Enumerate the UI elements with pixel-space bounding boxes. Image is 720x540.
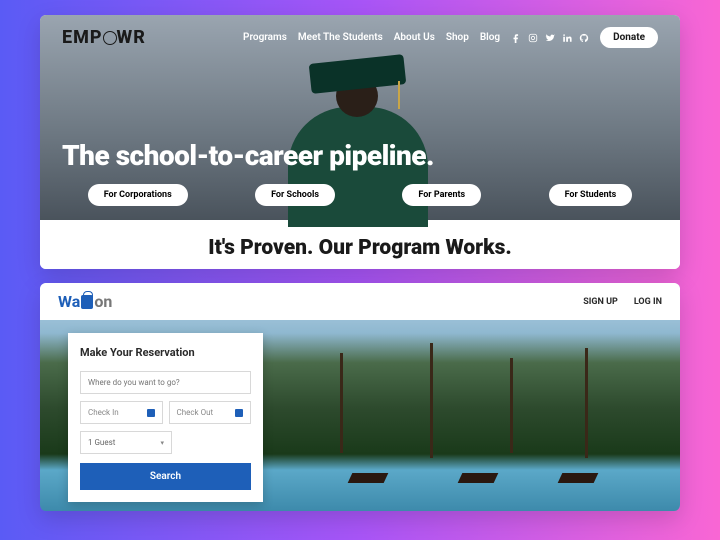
nav-shop[interactable]: Shop xyxy=(446,32,469,43)
palm-tree xyxy=(340,353,343,453)
wavon-logo[interactable]: Waon xyxy=(58,292,112,311)
twitter-icon[interactable] xyxy=(545,33,555,43)
checkin-field[interactable]: Check In xyxy=(80,401,163,424)
palm-tree xyxy=(430,343,433,458)
for-parents-button[interactable]: For Parents xyxy=(402,184,481,206)
header: Waon SIGN UP LOG IN xyxy=(40,283,680,320)
nav-menu: Programs Meet The Students About Us Shop… xyxy=(243,27,658,48)
guests-select[interactable]: 1 Guest▾ xyxy=(80,431,172,454)
github-icon[interactable] xyxy=(579,33,589,43)
peace-icon xyxy=(103,31,117,45)
for-students-button[interactable]: For Students xyxy=(549,184,633,206)
nav-about[interactable]: About Us xyxy=(394,32,435,43)
reservation-form: Make Your Reservation Check In Check Out… xyxy=(68,333,263,502)
wavon-site-card: Waon SIGN UP LOG IN Make Your Reservatio… xyxy=(40,283,680,511)
lounge-chair xyxy=(558,473,599,483)
hero-buttons: For Corporations For Schools For Parents… xyxy=(40,184,680,206)
chevron-down-icon: ▾ xyxy=(160,439,164,447)
auth-links: SIGN UP LOG IN xyxy=(583,297,662,307)
nav-students[interactable]: Meet The Students xyxy=(298,32,383,43)
instagram-icon[interactable] xyxy=(528,33,538,43)
lounge-chair xyxy=(348,473,389,483)
signup-link[interactable]: SIGN UP xyxy=(583,297,618,307)
form-title: Make Your Reservation xyxy=(80,346,251,359)
search-button[interactable]: Search xyxy=(80,463,251,490)
palm-tree xyxy=(510,358,513,453)
for-schools-button[interactable]: For Schools xyxy=(255,184,335,206)
donate-button[interactable]: Donate xyxy=(600,27,658,48)
linkedin-icon[interactable] xyxy=(562,33,572,43)
hero-section: EMPWR Programs Meet The Students About U… xyxy=(40,15,680,220)
hero-tagline: The school-to-career pipeline. xyxy=(62,139,434,172)
facebook-icon[interactable] xyxy=(511,33,521,43)
calendar-icon xyxy=(235,409,243,417)
subheading: It's Proven. Our Program Works. xyxy=(40,220,680,269)
checkout-field[interactable]: Check Out xyxy=(169,401,252,424)
calendar-icon xyxy=(147,409,155,417)
palm-tree xyxy=(585,348,588,458)
empowr-logo[interactable]: EMPWR xyxy=(62,27,146,48)
top-nav: EMPWR Programs Meet The Students About U… xyxy=(40,15,680,48)
empowr-site-card: EMPWR Programs Meet The Students About U… xyxy=(40,15,680,269)
lounge-chair xyxy=(458,473,499,483)
for-corporations-button[interactable]: For Corporations xyxy=(88,184,188,206)
nav-programs[interactable]: Programs xyxy=(243,32,287,43)
login-link[interactable]: LOG IN xyxy=(634,297,662,307)
nav-blog[interactable]: Blog xyxy=(480,32,500,43)
destination-input[interactable] xyxy=(80,371,251,394)
bag-icon xyxy=(81,295,93,309)
